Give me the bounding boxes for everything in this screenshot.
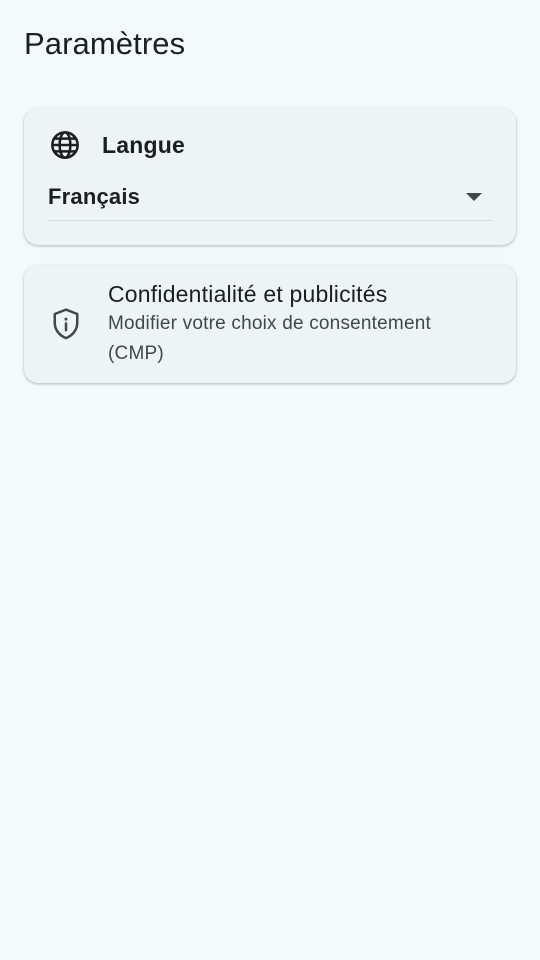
language-card: Langue Français: [24, 108, 516, 245]
privacy-subtitle: Modifier votre choix de consentement (CM…: [108, 313, 431, 364]
language-header: Langue: [48, 126, 492, 164]
page-title: Paramètres: [24, 26, 186, 61]
language-select-value: Français: [48, 184, 141, 209]
dropdown-arrow-icon: [466, 193, 482, 201]
privacy-text: Confidentialité et publicités Modifier v…: [108, 279, 492, 369]
language-select[interactable]: Français: [48, 180, 492, 221]
globe-icon: [48, 128, 82, 162]
language-title: Langue: [102, 131, 185, 158]
shield-info-icon: [48, 306, 84, 342]
privacy-title: Confidentialité et publicités: [108, 281, 388, 307]
settings-page: Paramètres Langue Français Confidentiali…: [0, 0, 540, 960]
privacy-settings-item[interactable]: Confidentialité et publicités Modifier v…: [24, 265, 516, 383]
